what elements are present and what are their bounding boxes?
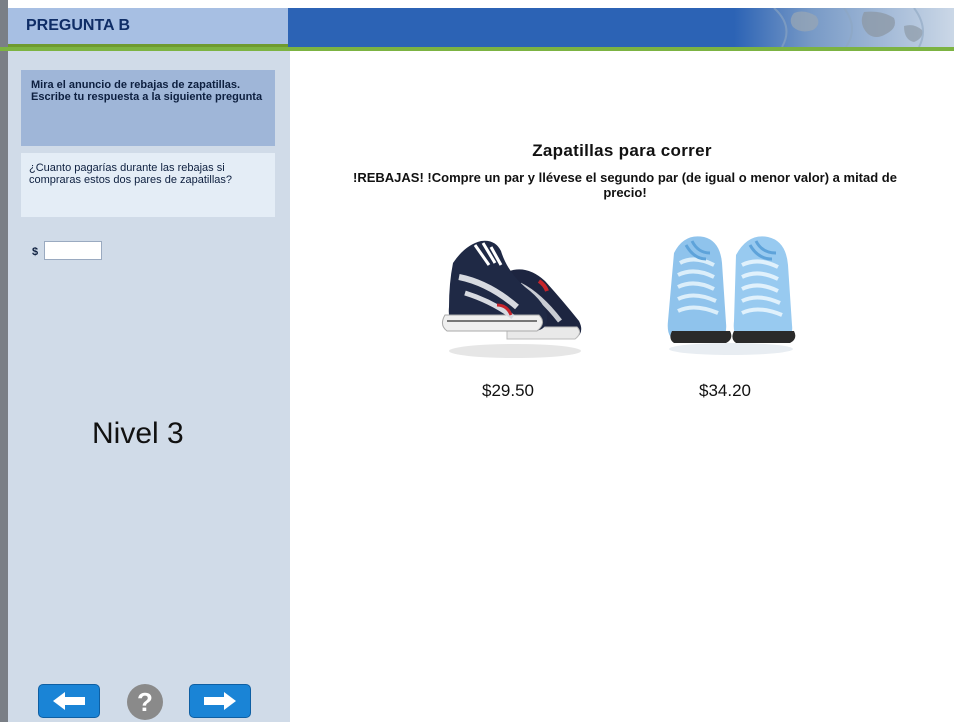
next-button[interactable] [189,684,251,718]
globe-banner-image [734,8,954,47]
answer-input[interactable] [44,241,102,260]
product-price: $34.20 [699,381,751,400]
main-content: Zapatillas para correr !REBAJAS! !Compre… [290,51,954,722]
currency-label: $ [32,246,39,258]
header-title-box: PREGUNTA B [8,8,288,47]
product-image-blue-sneakers [656,223,806,363]
question-text: ¿Cuanto pagarías durante las rebajas si … [21,153,275,217]
arrow-right-icon [204,692,236,710]
product-price: $29.50 [482,381,534,400]
world-map-icon [773,8,924,47]
ad-subtitle: !REBAJAS! !Compre un par y llévese el se… [353,170,897,200]
sidebar: Mira el anuncio de rebajas de zapatillas… [8,51,290,722]
ad-title: Zapatillas para correr [532,141,712,160]
previous-button[interactable] [38,684,100,718]
product-image-dark-sneakers [435,223,585,363]
header-bar: PREGUNTA B [8,8,954,47]
page-title: PREGUNTA B [26,17,130,34]
instruction-box: Mira el anuncio de rebajas de zapatillas… [21,70,275,146]
help-button[interactable]: ? [127,684,163,720]
arrow-left-icon [53,692,85,710]
window-frame-edge [0,0,8,722]
level-label: Nivel 3 [92,417,184,450]
